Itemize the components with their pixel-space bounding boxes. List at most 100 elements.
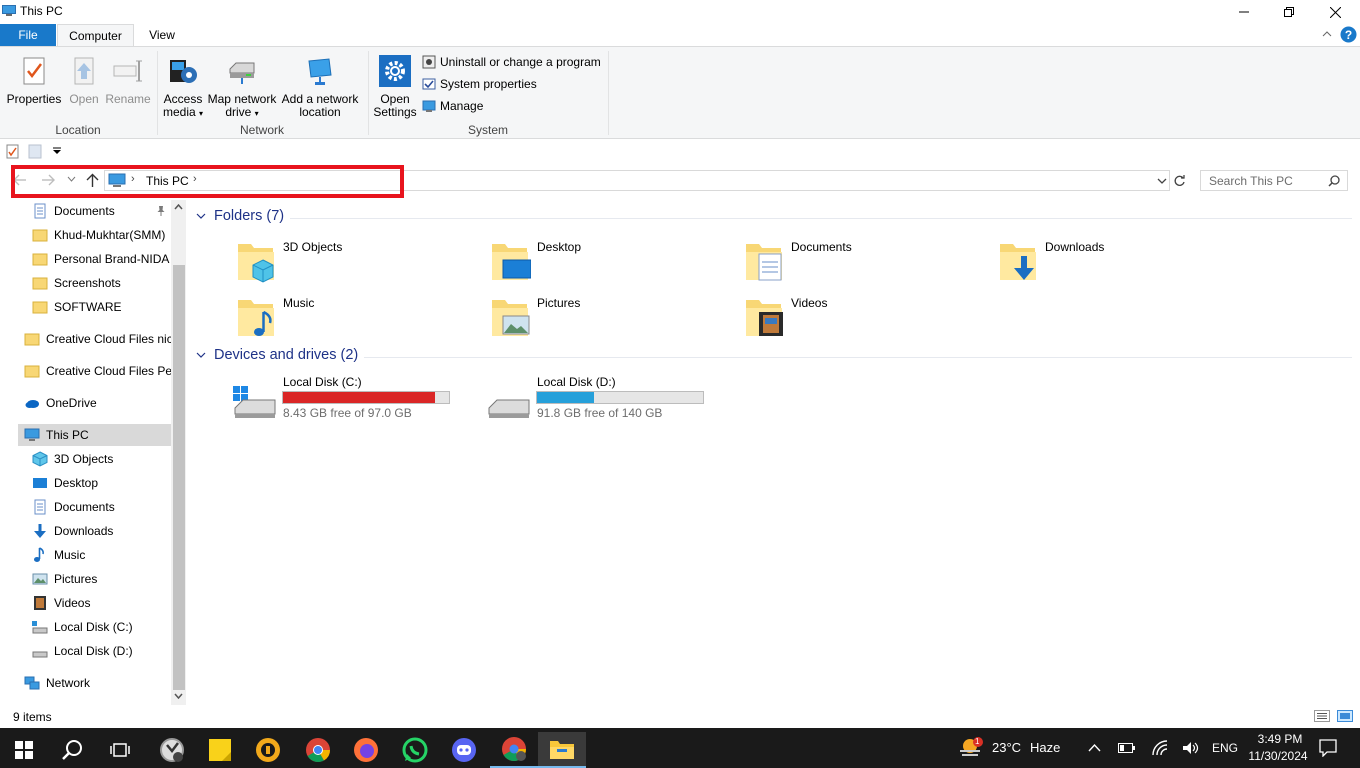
nav-item-label: Downloads [54, 524, 114, 538]
nav-item-music[interactable]: Music [32, 544, 172, 566]
large-icons-view-icon[interactable] [1337, 710, 1353, 722]
manage-button[interactable]: Manage [422, 99, 483, 113]
folder-videos[interactable]: Videos [745, 296, 827, 340]
network-drive-icon [229, 62, 255, 84]
minimize-button[interactable] [1221, 0, 1267, 24]
nav-item-onedrive[interactable]: OneDrive [24, 392, 172, 414]
uninstall-icon [422, 55, 436, 69]
nav-item-downloads[interactable]: Downloads [32, 520, 172, 542]
nav-item-desktop[interactable]: Desktop [32, 472, 172, 494]
minimize-icon [1239, 11, 1249, 13]
rename-button[interactable]: Rename [104, 55, 152, 106]
task-view-button[interactable] [96, 732, 144, 768]
properties-icon[interactable] [6, 144, 20, 159]
nav-item-label: Videos [54, 596, 91, 610]
nav-item-documents[interactable]: Documents [32, 200, 172, 222]
add-location-label-2: location [299, 105, 341, 119]
help-icon[interactable]: ? [1340, 26, 1357, 43]
nav-item-screenshots[interactable]: Screenshots [32, 272, 172, 294]
dropdown-arrow-icon: ▾ [254, 109, 259, 118]
videos-icon [34, 596, 46, 610]
add-network-location-button[interactable]: Add a network location [280, 55, 360, 119]
folder-music[interactable]: Music [237, 296, 314, 340]
drive-local-disk-d[interactable]: Local Disk (D:) 91.8 GB free of 140 GB [485, 374, 715, 422]
customize-qat-icon[interactable] [52, 147, 62, 155]
open-settings-button[interactable]: Open Settings [372, 55, 418, 119]
wifi-icon[interactable] [1152, 740, 1168, 756]
vpn-shield-icon [256, 738, 280, 762]
pin-icon[interactable] [156, 205, 166, 217]
nav-item-pictures[interactable]: Pictures [32, 568, 172, 590]
taskbar-app-chrome-profile[interactable] [490, 732, 538, 768]
system-properties-button[interactable]: System properties [422, 77, 537, 91]
taskbar-app-sticky-notes[interactable] [196, 732, 244, 768]
nav-item-this-pc[interactable]: This PC [18, 424, 171, 446]
taskbar-app-chrome[interactable] [294, 732, 342, 768]
taskbar-app-cleaner[interactable] [148, 732, 196, 768]
weather-haze-icon[interactable] [958, 736, 984, 760]
start-button[interactable] [0, 732, 48, 768]
search-input[interactable]: Search This PC [1200, 170, 1348, 191]
tab-file[interactable]: File [0, 24, 56, 47]
nav-scrollbar-thumb[interactable] [173, 265, 185, 690]
taskbar-search-button[interactable] [48, 732, 96, 768]
nav-item-network[interactable]: Network [24, 672, 172, 694]
drives-section-header[interactable]: Devices and drives (2) [196, 347, 358, 363]
this-pc-icon [24, 428, 40, 441]
documents-icon [34, 203, 46, 219]
access-media-button[interactable]: Access media ▾ [160, 55, 206, 120]
input-language[interactable]: ENG [1212, 741, 1238, 755]
pictures-icon [492, 300, 530, 336]
nav-item-videos[interactable]: Videos [32, 592, 172, 614]
scroll-down-icon[interactable] [174, 693, 183, 699]
refresh-icon[interactable] [1173, 174, 1186, 188]
nav-item-local-disk-d[interactable]: Local Disk (D:) [32, 640, 172, 662]
scroll-up-icon[interactable] [174, 204, 183, 210]
taskbar-app-whatsapp[interactable] [391, 732, 439, 768]
nav-item-3d-objects[interactable]: 3D Objects [32, 448, 172, 470]
taskbar-app-discord[interactable] [440, 732, 488, 768]
nav-item-personal-brand[interactable]: Personal Brand-NIDA I [32, 248, 172, 270]
restore-button[interactable] [1266, 0, 1312, 24]
clock-date[interactable]: 11/30/2024 [1246, 749, 1310, 763]
address-highlight-box [11, 165, 404, 198]
3d-objects-icon [238, 244, 274, 283]
open-button[interactable]: Open [64, 55, 104, 106]
weather-condition[interactable]: Haze [1030, 740, 1060, 755]
nav-item-creative-cloud-1[interactable]: Creative Cloud Files nic [24, 328, 172, 350]
notifications-icon[interactable] [1319, 739, 1337, 757]
folder-3d-objects[interactable]: 3D Objects [237, 240, 342, 284]
chevron-up-icon[interactable] [1322, 30, 1332, 38]
folder-documents[interactable]: Documents [745, 240, 852, 284]
folder-desktop[interactable]: Desktop [491, 240, 581, 284]
sticky-notes-icon [209, 739, 231, 761]
drive-local-disk-c[interactable]: Local Disk (C:) 8.43 GB free of 97.0 GB [231, 374, 461, 422]
nav-item-documents-pc[interactable]: Documents [32, 496, 172, 518]
volume-icon[interactable] [1182, 741, 1200, 755]
battery-icon[interactable] [1118, 742, 1136, 754]
details-view-icon[interactable] [1314, 710, 1330, 722]
uninstall-program-button[interactable]: Uninstall or change a program [422, 55, 601, 69]
taskbar-app-vpn[interactable] [244, 732, 292, 768]
nav-item-software[interactable]: SOFTWARE [32, 296, 172, 318]
nav-item-local-disk-c[interactable]: Local Disk (C:) [32, 616, 172, 638]
tab-view[interactable]: View [140, 24, 184, 47]
show-hidden-icons-chevron-icon[interactable] [1088, 743, 1101, 752]
properties-button[interactable]: Properties [6, 55, 62, 106]
tab-computer[interactable]: Computer [57, 24, 134, 48]
weather-temperature[interactable]: 23°C [992, 740, 1021, 755]
folders-section-header[interactable]: Folders (7) [196, 208, 284, 224]
nav-item-khud-mukhtar[interactable]: Khud-Mukhtar(SMM) [32, 224, 172, 246]
clock-time[interactable]: 3:49 PM [1252, 732, 1308, 746]
address-dropdown-icon[interactable] [1157, 178, 1167, 185]
folders-header-label: Folders (7) [214, 208, 285, 224]
folder-downloads[interactable]: Downloads [999, 240, 1104, 284]
nav-item-creative-cloud-2[interactable]: Creative Cloud Files Per [24, 360, 172, 382]
map-network-drive-button[interactable]: Map network drive ▾ [206, 55, 278, 120]
new-folder-icon[interactable] [28, 144, 42, 159]
taskbar-app-firefox[interactable] [342, 732, 390, 768]
taskbar-app-file-explorer[interactable] [538, 732, 586, 768]
chrome-icon [306, 738, 330, 763]
folder-pictures[interactable]: Pictures [491, 296, 580, 340]
close-button[interactable] [1312, 0, 1358, 24]
